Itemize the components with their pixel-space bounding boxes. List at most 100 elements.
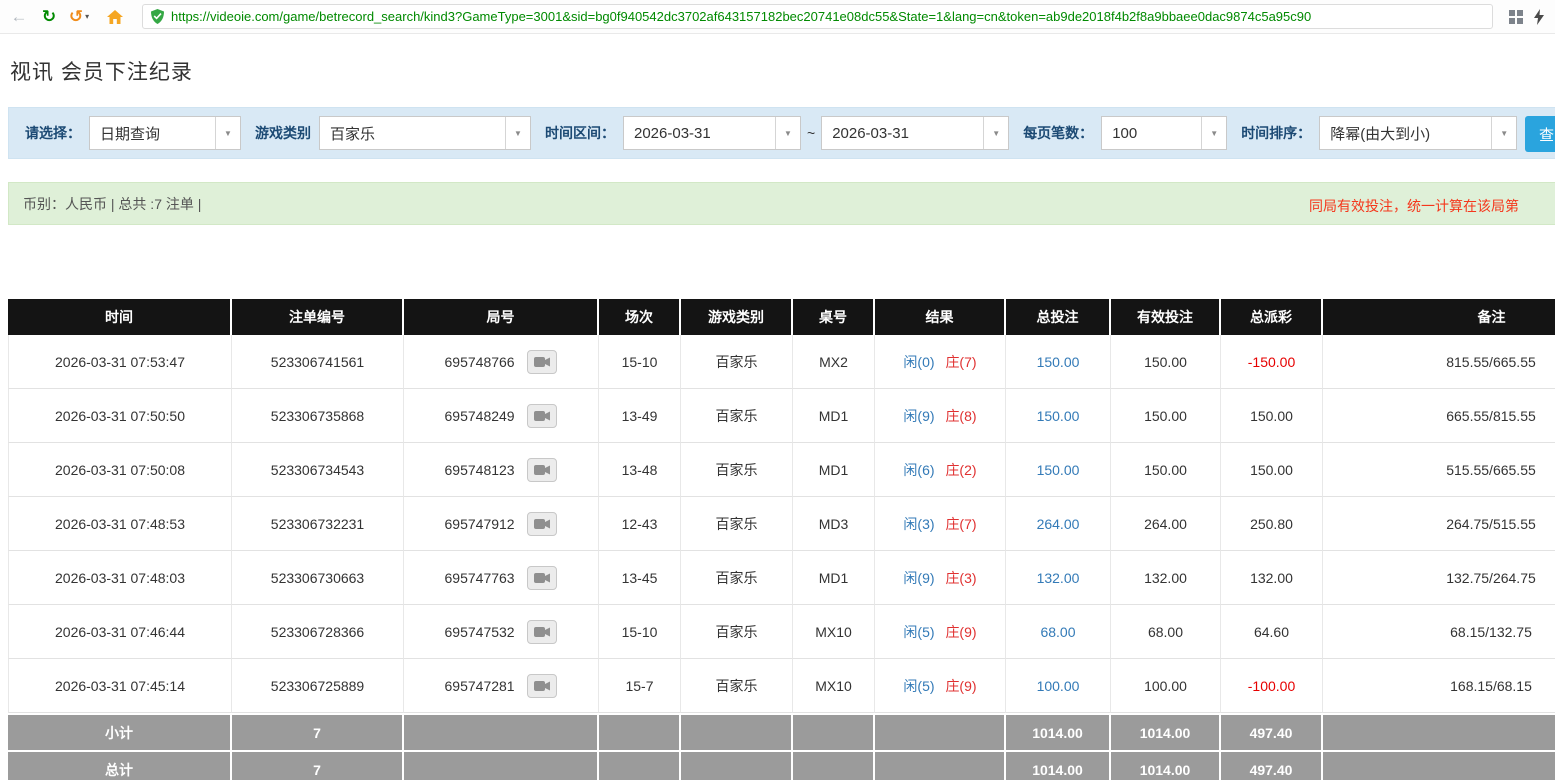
bet-id: 523306741561 — [270, 353, 365, 370]
table-row: 2026-03-31 07:48:53 523306732231 6957479… — [8, 497, 1555, 551]
note: 515.55/665.55 — [1446, 461, 1536, 478]
toolbar-right — [1507, 8, 1545, 25]
player-result: 闲(5) — [903, 677, 935, 694]
round-id: 695748123 — [444, 461, 515, 478]
column-header: 局号 — [404, 299, 599, 335]
bet-time: 2026-03-31 07:53:47 — [55, 353, 185, 370]
subtotal-payout: 497.40 — [1221, 713, 1323, 750]
payout: -100.00 — [1247, 677, 1296, 694]
apps-grid-icon[interactable] — [1509, 9, 1523, 24]
column-header: 游戏类别 — [681, 299, 793, 335]
address-bar[interactable]: https://videoie.com/game/betrecord_searc… — [142, 4, 1493, 29]
game-type: 百家乐 — [715, 515, 758, 532]
banker-result: 庄(9) — [945, 623, 977, 640]
table-row: 2026-03-31 07:48:03 523306730663 6957477… — [8, 551, 1555, 605]
back-button[interactable]: ← — [6, 4, 32, 30]
undo-icon: ↺ — [68, 6, 84, 26]
table-row: 2026-03-31 07:50:50 523306735868 6957482… — [8, 389, 1555, 443]
query-type-value: 日期查询 — [100, 125, 161, 143]
date-to-picker[interactable]: 2026-03-31 ▼ — [821, 116, 1010, 150]
video-replay-button[interactable] — [527, 565, 558, 590]
search-button[interactable]: 查询 — [1525, 116, 1555, 152]
valid-bet: 132.00 — [1144, 569, 1187, 586]
video-replay-icon — [534, 464, 551, 475]
video-replay-button[interactable] — [527, 511, 558, 536]
bet-time: 2026-03-31 07:48:53 — [55, 515, 185, 532]
browser-toolbar: ← ↻ ↺ ▾ https://videoie.com/game/betrecor… — [0, 0, 1555, 34]
game-type: 百家乐 — [715, 407, 758, 424]
session: 12-43 — [621, 515, 658, 532]
subtotal-label: 小计 — [8, 713, 232, 750]
video-replay-icon — [534, 356, 551, 367]
session: 15-7 — [625, 677, 654, 694]
player-result: 闲(9) — [903, 407, 935, 424]
note: 815.55/665.55 — [1446, 353, 1536, 370]
valid-bet: 68.00 — [1147, 623, 1184, 640]
total-count: 7 — [232, 750, 404, 780]
page-size-value: 100 — [1112, 124, 1138, 142]
home-icon — [107, 9, 123, 24]
security-shield-icon — [151, 9, 164, 24]
valid-bet: 150.00 — [1144, 461, 1187, 478]
table-row: 2026-03-31 07:53:47 523306741561 6957487… — [8, 335, 1555, 389]
video-replay-button[interactable] — [527, 619, 558, 644]
session: 15-10 — [621, 353, 658, 370]
player-result: 闲(9) — [903, 569, 935, 586]
game-type-value: 百家乐 — [330, 125, 376, 143]
video-replay-button[interactable] — [527, 403, 558, 428]
table-number: MX10 — [815, 623, 852, 640]
table-body: 2026-03-31 07:53:47 523306741561 6957487… — [8, 335, 1555, 713]
total-label: 总计 — [8, 750, 232, 780]
video-replay-button[interactable] — [527, 349, 558, 374]
filter-bar: 请选择： 日期查询 ▼ 游戏类别 百家乐 ▼ 时间区间： 2026-03-31 … — [8, 107, 1555, 159]
bet-id: 523306728366 — [270, 623, 365, 640]
sort-value: 降幂(由大到小) — [1330, 125, 1431, 143]
note: 132.75/264.75 — [1446, 569, 1536, 586]
home-button[interactable] — [102, 4, 128, 30]
table-row: 2026-03-31 07:45:14 523306725889 6957472… — [8, 659, 1555, 713]
video-replay-button[interactable] — [527, 457, 558, 482]
refresh-button[interactable]: ↻ — [36, 4, 62, 30]
valid-bet: 150.00 — [1144, 353, 1187, 370]
round-id: 695748766 — [444, 353, 515, 370]
banker-result: 庄(8) — [945, 407, 977, 424]
table-header-row: 时间 注单编号 局号 场次 游戏类别 桌号 结果 总投注 有效投注 总派彩 备注 — [8, 299, 1555, 335]
range-separator: ~ — [807, 125, 816, 141]
video-replay-button[interactable] — [527, 673, 558, 698]
video-replay-icon — [534, 626, 551, 637]
lightning-icon[interactable] — [1533, 8, 1545, 25]
column-header: 场次 — [599, 299, 681, 335]
query-type-select[interactable]: 日期查询 ▼ — [89, 116, 241, 150]
round-id: 695748249 — [444, 407, 515, 424]
column-header: 时间 — [8, 299, 232, 335]
game-type-select[interactable]: 百家乐 ▼ — [319, 116, 531, 150]
video-replay-icon — [534, 518, 551, 529]
chevron-down-icon: ▼ — [983, 117, 1008, 149]
total-bet: 150.00 — [1036, 407, 1080, 424]
payout: 250.80 — [1250, 515, 1293, 532]
page-size-select[interactable]: 100 ▼ — [1101, 116, 1228, 150]
date-from-picker[interactable]: 2026-03-31 ▼ — [623, 116, 801, 150]
game-type: 百家乐 — [715, 353, 758, 370]
sort-select[interactable]: 降幂(由大到小) ▼ — [1319, 116, 1518, 150]
game-type: 百家乐 — [715, 461, 758, 478]
bet-id: 523306735868 — [270, 407, 365, 424]
chevron-down-icon: ▼ — [1201, 117, 1226, 149]
game-type: 百家乐 — [715, 677, 758, 694]
table-number: MD3 — [818, 515, 849, 532]
chevron-down-icon: ▼ — [775, 117, 800, 149]
payout: 64.60 — [1253, 623, 1290, 640]
banker-result: 庄(9) — [945, 677, 977, 694]
column-header: 备注 — [1323, 299, 1555, 335]
payout: -150.00 — [1247, 353, 1296, 370]
table-number: MX10 — [815, 677, 852, 694]
undo-button[interactable]: ↺ ▾ — [66, 4, 92, 30]
column-header: 结果 — [875, 299, 1006, 335]
summary-text: 币别：人民币 | 总共 :7 注单 | — [23, 195, 202, 212]
summary-bar: 币别：人民币 | 总共 :7 注单 | 同局有效投注，统一计算在该局第 — [8, 182, 1555, 225]
note: 264.75/515.55 — [1446, 515, 1536, 532]
total-total-bet: 1014.00 — [1006, 750, 1111, 780]
subtotal-row: 小计 7 1014.00 1014.00 497.40 — [8, 713, 1555, 750]
note: 68.15/132.75 — [1450, 623, 1532, 640]
table-row: 2026-03-31 07:46:44 523306728366 6957475… — [8, 605, 1555, 659]
